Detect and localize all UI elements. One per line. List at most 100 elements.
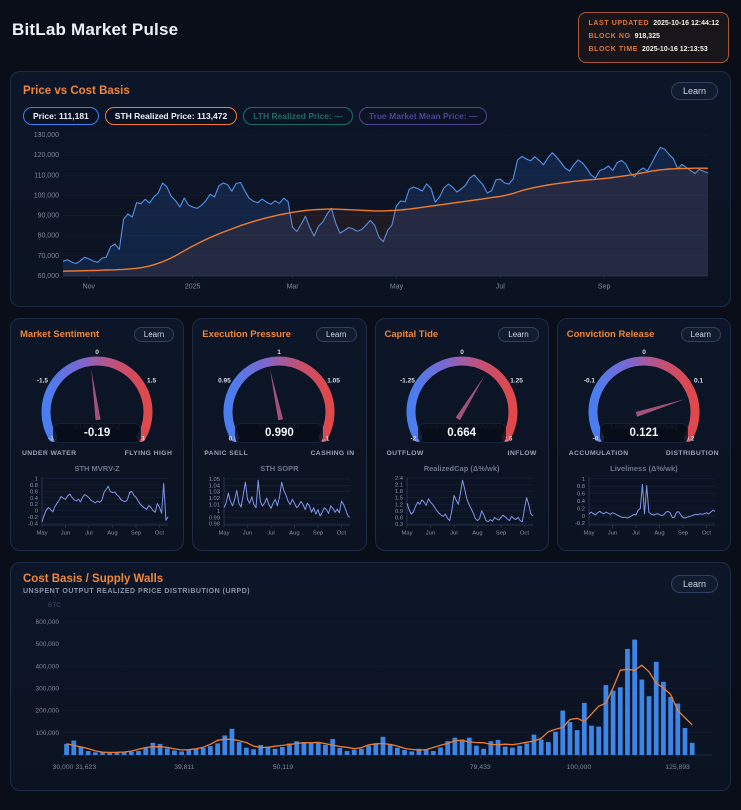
svg-text:0.4: 0.4 [577,499,586,505]
urpd-panel: Cost Basis / Supply Walls UNSPENT OUTPUT… [10,562,731,791]
learn-button-gauge-3[interactable]: Learn [681,327,721,342]
svg-text:Jul: Jul [85,530,92,536]
svg-text:50,119: 50,119 [273,764,294,771]
urpd-bar [431,751,436,755]
learn-button-price[interactable]: Learn [671,82,718,100]
legend-chip-2[interactable]: LTH Realized Price: — [243,107,353,125]
learn-button-gauge-1[interactable]: Learn [316,327,356,342]
gauge-card-conviction-release: Conviction ReleaseLearn-0.2-0.100.10.2Li… [557,318,731,551]
urpd-bar [323,745,328,755]
urpd-bar [352,749,357,754]
urpd-bar [532,734,537,754]
urpd-bar [330,739,335,755]
urpd-bar [151,743,156,755]
urpd-bar [388,744,393,755]
status-last-updated: LAST UPDATED2025-10-16 12:44:12 [588,18,719,31]
svg-text:Jun: Jun [608,530,617,536]
urpd-bar [632,639,637,754]
status-box: LAST UPDATED2025-10-16 12:44:12 BLOCK NO… [578,12,729,63]
urpd-bar [215,743,220,755]
urpd-bar [122,752,127,755]
svg-text:0.2: 0.2 [30,502,38,508]
urpd-bar [273,749,278,755]
svg-text:2.1: 2.1 [395,482,403,488]
gauge-needle [268,369,283,420]
urpd-bar [625,649,630,755]
svg-text:Jul: Jul [632,530,639,536]
app-title: BitLab Market Pulse [12,20,178,40]
sparkline-title: STH SOPR [202,464,356,473]
last-updated-value: 2025-10-16 12:44:12 [653,20,719,27]
urpd-bar [560,710,565,754]
svg-text:3: 3 [141,435,145,442]
urpd-bar [165,748,170,755]
svg-text:Jun: Jun [243,530,252,536]
svg-text:May: May [219,530,230,536]
urpd-bar [71,740,76,754]
svg-text:May: May [583,530,594,536]
urpd-bar [64,744,69,755]
urpd-bar [460,739,465,755]
price-chart-svg: 60,00070,00080,00090,000100,000110,00012… [23,129,718,291]
gauge-needle [635,397,685,417]
urpd-bar [337,748,342,755]
urpd-bar [366,745,371,754]
legend-chip-3[interactable]: True Market Mean Price: — [359,107,488,125]
status-block-time: BLOCK TIME2025-10-16 12:13:53 [588,44,719,57]
svg-text:0.95: 0.95 [218,377,231,384]
urpd-bar [258,745,263,755]
block-no-value: 918,325 [635,33,660,40]
gauge-left-label: UNDER WATER [22,450,77,457]
urpd-bar [654,662,659,755]
urpd-bar [373,743,378,755]
svg-text:125,893: 125,893 [665,764,690,771]
urpd-bar [280,747,285,755]
urpd-bar [618,687,623,755]
urpd-bar [639,679,644,754]
gauge-card-execution-pressure: Execution PressureLearn0.90.9511.051.1ST… [192,318,366,551]
urpd-bar [359,749,364,755]
urpd-unit-label: BTC [48,602,61,609]
svg-text:-0.1: -0.1 [584,377,596,384]
svg-text:-0.2: -0.2 [575,521,585,527]
urpd-bar [503,746,508,754]
urpd-bar [604,685,609,755]
sparkline-chart: 1.051.041.031.021.0110.990.98MayJunJulAu… [202,473,356,542]
svg-text:0.8: 0.8 [30,483,38,489]
svg-text:1.5: 1.5 [395,496,403,502]
gauge-needle [89,369,101,420]
status-block-no: BLOCK NO918,325 [588,31,719,44]
gauge-right-label: CASHING IN [310,450,354,457]
urpd-bar [611,690,616,754]
gauge-right-label: FLYING HIGH [125,450,173,457]
gauge-row: Market SentimentLearn-3-1.501.53STH MVRV… [10,318,731,551]
learn-button-urpd[interactable]: Learn [671,575,718,593]
svg-text:0.1: 0.1 [694,377,703,384]
learn-button-gauge-2[interactable]: Learn [498,327,538,342]
svg-text:0.9: 0.9 [395,509,403,515]
svg-text:1.5: 1.5 [147,377,156,384]
svg-text:0.6: 0.6 [395,515,403,521]
gauge-title: Capital Tide [385,329,439,340]
learn-button-gauge-0[interactable]: Learn [134,327,174,342]
svg-text:Aug: Aug [290,530,300,536]
urpd-panel-title: Cost Basis / Supply Walls [23,573,250,585]
gauge-left-label: OUTFLOW [387,450,424,457]
svg-text:100,000: 100,000 [567,764,592,771]
urpd-bar [575,730,580,755]
svg-text:70,000: 70,000 [38,253,60,260]
legend-chip-1[interactable]: STH Realized Price: 113,472 [105,107,237,125]
svg-text:100,000: 100,000 [34,192,59,199]
svg-text:1: 1 [582,477,585,483]
urpd-chart-svg: BTC600,000500,000400,000300,000200,00010… [23,599,718,775]
gauge-right-label: INFLOW [508,450,537,457]
svg-text:0.6: 0.6 [30,489,38,495]
urpd-bar [158,744,163,755]
sparkline-svg: 2.42.11.81.51.20.90.60.3MayJunJulAugSepO… [385,473,539,537]
urpd-bar [546,742,551,755]
legend-chip-0[interactable]: Price: 111,181 [23,107,99,125]
urpd-bar [100,752,105,754]
urpd-bar [589,726,594,755]
svg-text:0: 0 [35,508,38,514]
gauge-right-label: DISTRIBUTION [666,450,719,457]
